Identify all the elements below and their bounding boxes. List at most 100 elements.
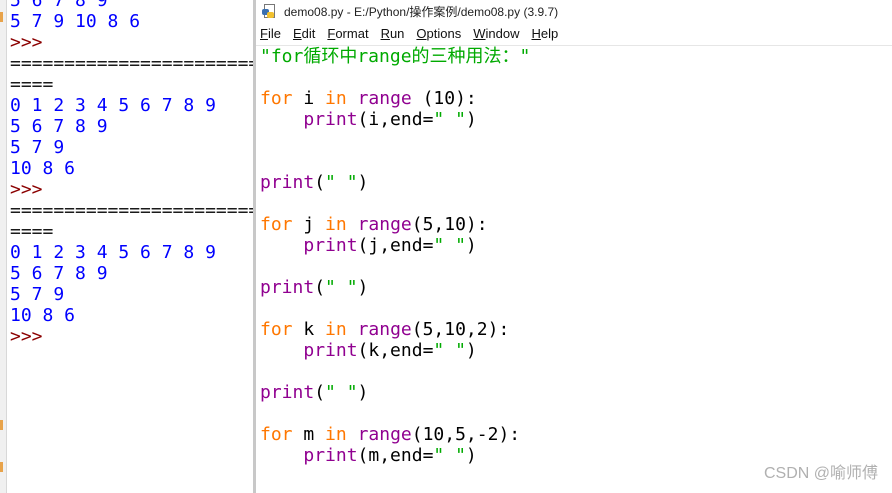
code-token: ) xyxy=(465,235,477,256)
code-editor[interactable]: "for循环中range的三种用法：" for i in range (10):… xyxy=(260,46,892,466)
shell-restart-separator: ==== xyxy=(10,221,54,242)
code-line[interactable]: for m in range(10,5,-2): xyxy=(260,424,892,445)
menu-help[interactable]: Help xyxy=(532,26,559,41)
shell-prompt: >>> xyxy=(10,179,43,200)
keyword-token: in xyxy=(325,319,347,340)
python-shell-window[interactable]: 5 6 7 8 95 7 9 10 8 6 >>> ================… xyxy=(0,0,254,493)
code-line[interactable] xyxy=(260,151,892,172)
code-token: i xyxy=(292,88,326,109)
shell-restart-separator: ========================================… xyxy=(10,53,254,74)
code-token: (m,end= xyxy=(357,445,434,466)
builtin-token: print xyxy=(260,277,315,298)
code-token: (5,10): xyxy=(411,214,488,235)
menu-edit[interactable]: Edit xyxy=(293,26,315,41)
string-token: " " xyxy=(433,340,466,361)
code-line[interactable]: print(" ") xyxy=(260,382,892,403)
keyword-token: in xyxy=(325,88,347,109)
code-token: ) xyxy=(357,382,369,403)
string-token: " " xyxy=(325,277,358,298)
gutter-marker xyxy=(0,462,3,472)
builtin-token: print xyxy=(303,445,358,466)
code-line[interactable] xyxy=(260,361,892,382)
code-token: ( xyxy=(314,172,326,193)
shell-output-line: 0 1 2 3 4 5 6 7 8 9 xyxy=(10,242,216,263)
editor-window[interactable]: demo08.py - E:/Python/操作案例/demo08.py (3.… xyxy=(256,0,892,493)
code-token: (10,5,-2): xyxy=(411,424,521,445)
menu-window[interactable]: Window xyxy=(473,26,519,41)
shell-output-line: 5 6 7 8 9 xyxy=(10,0,108,11)
code-line[interactable]: for i in range (10): xyxy=(260,88,892,109)
keyword-token: for xyxy=(260,88,293,109)
builtin-token: range xyxy=(357,319,412,340)
code-line[interactable] xyxy=(260,298,892,319)
code-line[interactable]: print(k,end=" ") xyxy=(260,340,892,361)
code-line[interactable]: for j in range(5,10): xyxy=(260,214,892,235)
code-line[interactable] xyxy=(260,256,892,277)
shell-output-line: 0 1 2 3 4 5 6 7 8 9 xyxy=(10,95,216,116)
title-bar[interactable]: demo08.py - E:/Python/操作案例/demo08.py (3.… xyxy=(256,0,892,22)
builtin-token: range xyxy=(357,214,412,235)
builtin-token: print xyxy=(303,340,358,361)
keyword-token: for xyxy=(260,424,293,445)
code-token: ( xyxy=(314,277,326,298)
code-line[interactable] xyxy=(260,67,892,88)
shell-restart-separator: ========================================… xyxy=(10,200,254,221)
builtin-token: print xyxy=(260,382,315,403)
code-token: ) xyxy=(465,445,477,466)
code-line[interactable] xyxy=(260,403,892,424)
shell-gutter xyxy=(0,0,7,493)
string-token: " " xyxy=(433,445,466,466)
code-token: ) xyxy=(357,277,369,298)
menu-bar: File Edit Format Run Options Window Help xyxy=(256,22,892,46)
window-title: demo08.py - E:/Python/操作案例/demo08.py (3.… xyxy=(284,4,559,19)
watermark: CSDN @喻师傅 xyxy=(763,465,878,482)
keyword-token: for xyxy=(260,214,293,235)
keyword-token: for xyxy=(260,319,293,340)
code-line[interactable] xyxy=(260,193,892,214)
code-line[interactable]: print(" ") xyxy=(260,277,892,298)
shell-output-line: 5 7 9 xyxy=(10,284,65,305)
code-line[interactable]: print(" ") xyxy=(260,172,892,193)
string-token: "for循环中range的三种用法：" xyxy=(260,46,531,67)
keyword-token: in xyxy=(325,214,347,235)
code-line[interactable] xyxy=(260,130,892,151)
shell-restart-separator: ==== xyxy=(10,74,54,95)
code-token: k xyxy=(292,319,326,340)
code-token: (i,end= xyxy=(357,109,434,130)
code-line[interactable]: print(i,end=" ") xyxy=(260,109,892,130)
shell-output-line: 5 6 7 8 9 xyxy=(10,116,108,137)
builtin-token: print xyxy=(303,109,358,130)
code-token: ( xyxy=(314,382,326,403)
shell-output[interactable]: 5 6 7 8 95 7 9 10 8 6 >>> ================… xyxy=(10,0,254,347)
builtin-token: print xyxy=(260,172,315,193)
code-line[interactable]: for k in range(5,10,2): xyxy=(260,319,892,340)
python-file-icon xyxy=(262,4,276,18)
gutter-marker xyxy=(0,12,3,22)
code-token: (5,10,2): xyxy=(411,319,510,340)
menu-run[interactable]: Run xyxy=(381,26,405,41)
menu-file[interactable]: File xyxy=(260,26,281,41)
shell-output-line: 5 7 9 10 8 6 xyxy=(10,11,141,32)
code-token: ) xyxy=(357,172,369,193)
code-token: m xyxy=(292,424,326,445)
shell-prompt: >>> xyxy=(10,32,43,53)
code-line[interactable]: "for循环中range的三种用法：" xyxy=(260,46,892,67)
shell-output-line: 5 7 9 xyxy=(10,137,65,158)
code-token: (10): xyxy=(411,88,477,109)
code-line[interactable]: print(j,end=" ") xyxy=(260,235,892,256)
menu-options[interactable]: Options xyxy=(416,26,461,41)
string-token: " " xyxy=(433,109,466,130)
menu-format[interactable]: Format xyxy=(327,26,368,41)
code-token: ) xyxy=(465,109,477,130)
builtin-token: range xyxy=(357,88,412,109)
code-token: (j,end= xyxy=(357,235,434,256)
string-token: " " xyxy=(325,172,358,193)
